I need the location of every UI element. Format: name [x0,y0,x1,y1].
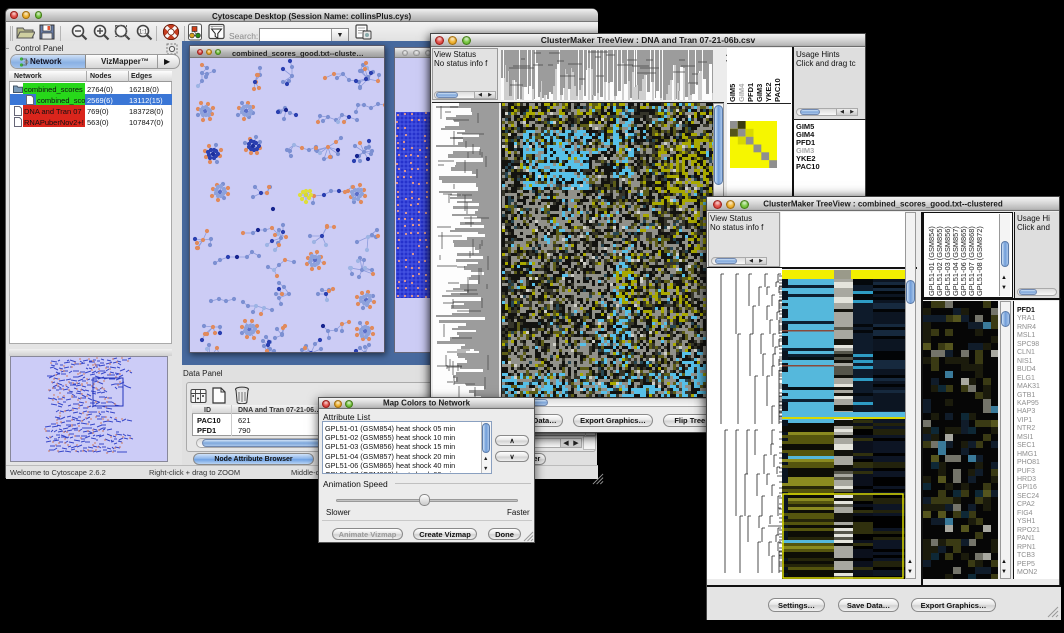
svg-text:1:1: 1:1 [139,30,148,36]
